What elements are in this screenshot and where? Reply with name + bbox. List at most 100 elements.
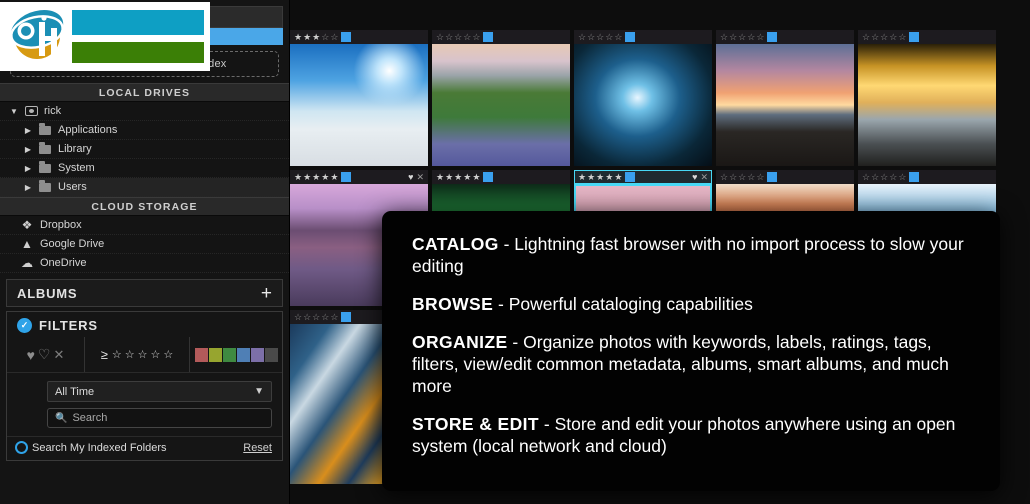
star-icon[interactable]: ☆ bbox=[163, 348, 173, 361]
thumbnail-metadata-bar[interactable]: ★ ★ ★ ★ ★ ♥ ✕ bbox=[290, 170, 428, 184]
chevron-right-icon[interactable]: ▶ bbox=[20, 145, 36, 154]
thumbnail-cell[interactable]: ☆ ☆ ☆ ☆ ☆ bbox=[432, 30, 570, 166]
thumbnail-metadata-bar[interactable]: ☆ ☆ ☆ ☆ ☆ bbox=[716, 170, 854, 184]
heart-outline-icon[interactable]: ♡ bbox=[38, 346, 51, 363]
search-input[interactable] bbox=[72, 412, 264, 424]
thumbnail-metadata-bar[interactable]: ☆ ☆ ☆ ☆ ☆ bbox=[858, 30, 996, 44]
thumbnail-metadata-bar[interactable]: ☆ ☆ ☆ ☆ ☆ bbox=[574, 30, 712, 44]
color-swatch-1[interactable] bbox=[208, 347, 222, 362]
thumbnail-image[interactable] bbox=[574, 44, 712, 166]
star-icon[interactable]: ★ bbox=[294, 32, 302, 42]
star-icon[interactable]: ★ bbox=[472, 172, 480, 182]
star-icon[interactable]: ☆ bbox=[880, 32, 888, 42]
star-icon[interactable]: ☆ bbox=[738, 172, 746, 182]
star-icon[interactable]: ★ bbox=[330, 172, 338, 182]
star-icon[interactable]: ☆ bbox=[756, 172, 764, 182]
color-swatch-0[interactable] bbox=[194, 347, 208, 362]
thumbnail-metadata-bar[interactable]: ☆ ☆ ☆ ☆ ☆ bbox=[716, 30, 854, 44]
star-icon[interactable]: ☆ bbox=[889, 172, 897, 182]
thumbnail-cell[interactable]: ☆ ☆ ☆ ☆ ☆ bbox=[716, 30, 854, 166]
star-icon[interactable]: ★ bbox=[445, 172, 453, 182]
thumbnail-image[interactable] bbox=[858, 44, 996, 166]
star-icon[interactable]: ☆ bbox=[125, 348, 135, 361]
plus-icon[interactable]: + bbox=[261, 284, 272, 303]
rating-filter-group[interactable]: ≥ ☆ ☆ ☆ ☆ ☆ bbox=[85, 337, 190, 372]
star-icon[interactable]: ☆ bbox=[312, 312, 320, 322]
star-icon[interactable]: ☆ bbox=[720, 32, 728, 42]
star-icon[interactable]: ☆ bbox=[871, 172, 879, 182]
star-icon[interactable]: ☆ bbox=[747, 32, 755, 42]
star-icon[interactable]: ☆ bbox=[303, 312, 311, 322]
star-icon[interactable]: ★ bbox=[578, 172, 586, 182]
star-icon[interactable]: ★ bbox=[312, 32, 320, 42]
thumbnail-metadata-bar[interactable]: ★ ★ ★ ★ ★ bbox=[432, 170, 570, 184]
x-icon[interactable]: ✕ bbox=[53, 347, 64, 363]
star-icon[interactable]: ☆ bbox=[445, 32, 453, 42]
star-icon[interactable]: ★ bbox=[614, 172, 622, 182]
color-swatch-2[interactable] bbox=[222, 347, 236, 362]
star-icon[interactable]: ☆ bbox=[720, 172, 728, 182]
star-icon[interactable]: ☆ bbox=[454, 32, 462, 42]
star-icon[interactable]: ☆ bbox=[889, 32, 897, 42]
thumbnail-metadata-bar[interactable]: ☆ ☆ ☆ ☆ ☆ bbox=[858, 170, 996, 184]
chevron-right-icon[interactable]: ▶ bbox=[20, 183, 36, 192]
albums-section-header[interactable]: ALBUMS + bbox=[6, 279, 283, 307]
thumbnail-image[interactable] bbox=[432, 44, 570, 166]
color-label-swatch[interactable] bbox=[625, 32, 636, 42]
star-icon[interactable]: ★ bbox=[605, 172, 613, 182]
star-icon[interactable]: ☆ bbox=[294, 312, 302, 322]
heart-filled-icon[interactable]: ♥ bbox=[408, 172, 413, 182]
star-icon[interactable]: ☆ bbox=[880, 172, 888, 182]
color-label-swatch[interactable] bbox=[909, 32, 920, 42]
chevron-right-icon[interactable]: ▶ bbox=[20, 164, 36, 173]
color-label-swatch[interactable] bbox=[625, 172, 636, 182]
x-icon[interactable]: ✕ bbox=[700, 172, 708, 183]
star-icon[interactable]: ☆ bbox=[605, 32, 613, 42]
color-label-swatch[interactable] bbox=[909, 172, 920, 182]
star-icon[interactable]: ★ bbox=[303, 172, 311, 182]
thumbnail-metadata-bar[interactable]: ☆ ☆ ☆ ☆ ☆ bbox=[432, 30, 570, 44]
star-icon[interactable]: ☆ bbox=[587, 32, 595, 42]
star-icon[interactable]: ★ bbox=[587, 172, 595, 182]
star-icon[interactable]: ☆ bbox=[738, 32, 746, 42]
star-icon[interactable]: ☆ bbox=[578, 32, 586, 42]
star-icon[interactable]: ☆ bbox=[330, 312, 338, 322]
thumbnail-cell[interactable]: ★ ★ ★ ☆ ☆ bbox=[290, 30, 428, 166]
color-swatch-4[interactable] bbox=[250, 347, 264, 362]
color-swatch-5[interactable] bbox=[264, 347, 278, 362]
color-label-swatch[interactable] bbox=[767, 32, 778, 42]
star-icon[interactable]: ★ bbox=[312, 172, 320, 182]
check-circle-icon[interactable]: ✓ bbox=[17, 318, 32, 333]
star-icon[interactable]: ☆ bbox=[614, 32, 622, 42]
star-icon[interactable]: ☆ bbox=[729, 172, 737, 182]
thumbnail-metadata-bar[interactable]: ★ ★ ★ ★ ★ ♥ ✕ bbox=[574, 170, 712, 184]
radio-icon[interactable] bbox=[15, 441, 28, 454]
sidebar-item-rick[interactable]: ▼ rick bbox=[0, 102, 289, 121]
heart-filled-icon[interactable]: ♥ bbox=[692, 172, 697, 182]
star-icon[interactable]: ☆ bbox=[472, 32, 480, 42]
star-icon[interactable]: ★ bbox=[294, 172, 302, 182]
color-label-swatch[interactable] bbox=[483, 172, 494, 182]
star-icon[interactable]: ☆ bbox=[596, 32, 604, 42]
star-icon[interactable]: ☆ bbox=[330, 32, 338, 42]
sidebar-item-library[interactable]: ▶ Library bbox=[0, 140, 289, 159]
thumbnail-image[interactable] bbox=[716, 44, 854, 166]
star-icon[interactable]: ☆ bbox=[862, 32, 870, 42]
reset-button[interactable]: Reset bbox=[243, 442, 272, 454]
star-icon[interactable]: ☆ bbox=[151, 348, 161, 361]
color-swatch-3[interactable] bbox=[236, 347, 250, 362]
sidebar-item-dropbox[interactable]: ❖ Dropbox bbox=[0, 216, 289, 235]
heart-filled-icon[interactable]: ♥ bbox=[27, 347, 35, 363]
star-icon[interactable]: ☆ bbox=[756, 32, 764, 42]
search-box[interactable]: 🔍 bbox=[47, 408, 272, 428]
chevron-down-icon[interactable]: ▼ bbox=[6, 107, 22, 116]
color-label-swatch[interactable] bbox=[341, 32, 352, 42]
star-icon[interactable]: ★ bbox=[596, 172, 604, 182]
star-icon[interactable]: ☆ bbox=[321, 312, 329, 322]
thumbnail-cell[interactable]: ☆ ☆ ☆ ☆ ☆ bbox=[858, 30, 996, 166]
sidebar-item-google-drive[interactable]: ▲ Google Drive bbox=[0, 235, 289, 254]
star-icon[interactable]: ☆ bbox=[112, 348, 122, 361]
color-label-swatch[interactable] bbox=[341, 312, 352, 322]
thumbnail-image[interactable] bbox=[290, 44, 428, 166]
star-icon[interactable]: ★ bbox=[303, 32, 311, 42]
